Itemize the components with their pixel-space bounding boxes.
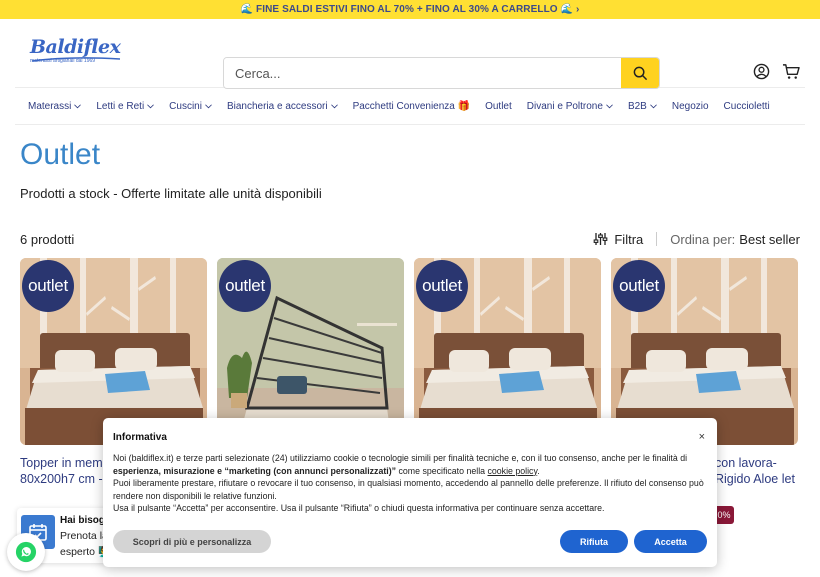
page-title: Outlet — [20, 138, 101, 171]
filter-icon — [594, 233, 608, 245]
nav-item-negozio[interactable]: Negozio — [672, 101, 709, 112]
accept-button[interactable]: Accetta — [634, 530, 707, 553]
search-input[interactable] — [224, 58, 621, 88]
product-count: 6 prodotti — [20, 231, 75, 247]
cookie-title: Informativa — [113, 432, 167, 443]
outlet-badge: outlet — [613, 260, 665, 312]
product-image[interactable]: outlet — [414, 258, 601, 445]
account-icon[interactable] — [753, 63, 770, 80]
logo-swoosh-icon — [31, 57, 121, 62]
chevron-down-icon — [606, 103, 613, 108]
sort-value: Best seller — [739, 231, 800, 247]
chevron-down-icon — [330, 103, 338, 108]
main-nav: Materassi Letti e Reti Cuscini Biancheri… — [15, 87, 805, 125]
outlet-badge: outlet — [416, 260, 468, 312]
reject-button[interactable]: Rifiuta — [560, 530, 628, 553]
discount-badge: 0% — [714, 506, 734, 524]
search-button[interactable] — [621, 58, 659, 88]
help-title: Hai bisogno — [60, 515, 108, 526]
site-header: Baldiflex materassi artigianali dal 1969 — [0, 19, 820, 89]
chevron-down-icon — [147, 103, 155, 108]
nav-item-pacchetti[interactable]: Pacchetti Convenienza 🎁 — [353, 101, 471, 112]
product-title-partial[interactable]: con lavora- Rigido Aloe let — [715, 455, 795, 487]
brand-logo[interactable]: Baldiflex materassi artigianali dal 1969 — [30, 36, 122, 72]
close-icon[interactable]: × — [699, 431, 705, 443]
logo-wordmark: Baldiflex — [30, 36, 121, 58]
nav-item-b2b[interactable]: B2B — [628, 101, 657, 112]
cookie-text-2: Puoi liberamente prestare, rifiutare o r… — [113, 478, 704, 501]
promo-text[interactable]: 🌊 FINE SALDI ESTIVI FINO AL 70% + FINO A… — [241, 4, 580, 15]
learn-more-button[interactable]: Scopri di più e personalizza — [113, 530, 271, 553]
nav-item-biancheria[interactable]: Biancheria e accessori — [227, 101, 338, 112]
product-image[interactable]: outlet — [611, 258, 798, 445]
header-icons — [753, 63, 800, 80]
nav-item-letti-reti[interactable]: Letti e Reti — [96, 101, 155, 112]
nav-item-divani[interactable]: Divani e Poltrone — [527, 101, 613, 112]
nav-item-materassi[interactable]: Materassi — [28, 101, 82, 112]
sort-label: Ordina per: — [670, 231, 736, 247]
whatsapp-icon — [15, 541, 37, 563]
filter-label: Filtra — [614, 231, 644, 247]
toolbar-divider — [656, 232, 658, 246]
cookie-text-3: Usa il pulsante “Accetta” per acconsenti… — [113, 503, 605, 513]
whatsapp-button[interactable] — [7, 533, 45, 571]
promo-bar[interactable]: 🌊 FINE SALDI ESTIVI FINO AL 70% + FINO A… — [0, 0, 820, 19]
cookie-policy-link[interactable]: cookie policy — [487, 466, 537, 476]
cart-icon[interactable] — [782, 63, 800, 80]
search-bar — [223, 57, 660, 89]
product-image[interactable]: outlet — [217, 258, 404, 445]
nav-item-cuscini[interactable]: Cuscini — [169, 101, 212, 112]
cookie-banner: Informativa × Noi (baldiflex.it) e terze… — [103, 418, 717, 567]
outlet-badge: outlet — [219, 260, 271, 312]
chevron-down-icon — [649, 103, 657, 108]
chevron-down-icon — [74, 103, 82, 108]
sort-select[interactable]: Ordina per: Best seller — [670, 232, 800, 247]
product-image[interactable]: outlet — [20, 258, 207, 445]
chevron-down-icon — [205, 103, 212, 108]
collection-toolbar: 6 prodotti Filtra Ordina per: Best selle… — [20, 230, 800, 248]
search-icon — [633, 66, 647, 80]
nav-item-outlet[interactable]: Outlet — [485, 101, 512, 112]
page-subtitle: Prodotti a stock - Offerte limitate alle… — [20, 186, 322, 201]
outlet-badge: outlet — [22, 260, 74, 312]
cookie-text-1: Noi (baldiflex.it) e terze parti selezio… — [113, 453, 688, 476]
nav-item-cuccioletti[interactable]: Cuccioletti — [724, 101, 770, 112]
filter-button[interactable]: Filtra — [593, 232, 643, 247]
